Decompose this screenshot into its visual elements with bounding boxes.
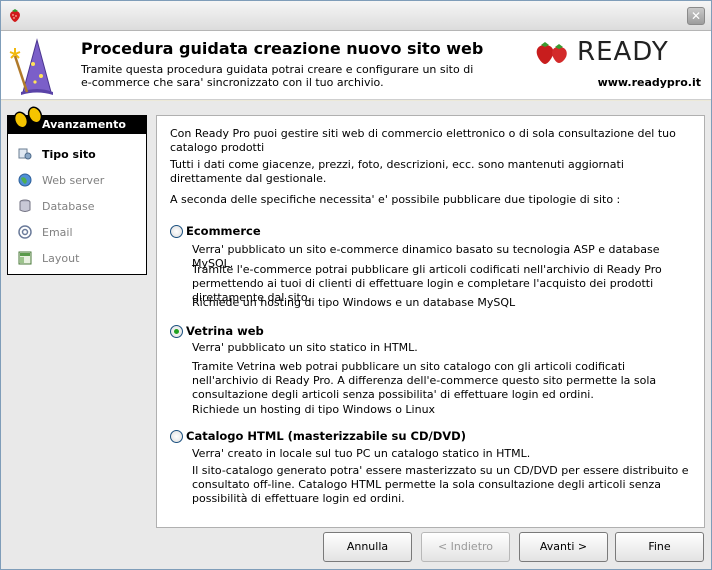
strawberry-logo-icon: [536, 42, 567, 64]
globe-icon: [18, 173, 32, 187]
sidebar-item-email[interactable]: Email: [14, 224, 142, 242]
radio-option-vetrina-web[interactable]: Vetrina web: [170, 324, 700, 340]
title-bar[interactable]: ✕: [1, 1, 711, 31]
progress-box: Avanzamento Tipo sito Web server Databas…: [7, 106, 147, 275]
sidebar-item-layout[interactable]: Layout: [14, 250, 142, 268]
page-title: Procedura guidata creazione nuovo sito w…: [81, 39, 484, 58]
radio-option-catalogo-html[interactable]: Catalogo HTML (masterizzabile su CD/DVD): [170, 429, 700, 445]
next-button[interactable]: Avanti >: [519, 532, 608, 562]
vetrina-desc-2: Tramite Vetrina web potrai pubblicare un…: [192, 360, 657, 401]
intro-text-1: Con Ready Pro puoi gestire siti web di c…: [170, 127, 676, 154]
radio-ecommerce[interactable]: [170, 225, 183, 238]
radio-option-ecommerce[interactable]: Ecommerce: [170, 224, 700, 240]
vetrina-desc-3: Richiede un hosting di tipo Windows o Li…: [192, 403, 436, 416]
database-icon: [19, 199, 31, 212]
radio-label-vetrina-web: Vetrina web: [186, 324, 264, 338]
settings-icon: [18, 148, 32, 160]
radio-catalogo-html[interactable]: [170, 430, 183, 443]
sidebar-item-tipo-sito[interactable]: Tipo sito: [14, 146, 142, 164]
wizard-hat-icon: [9, 38, 53, 95]
radio-label-ecommerce: Ecommerce: [186, 224, 261, 238]
radio-vetrina-web[interactable]: [170, 325, 183, 338]
close-button[interactable]: ✕: [687, 7, 705, 25]
intro-text-3: A seconda delle specifiche necessita' e'…: [170, 193, 621, 206]
layout-icon: [18, 251, 32, 265]
brand-url: www.readypro.it: [597, 76, 701, 89]
page-subtitle: Tramite questa procedura guidata potrai …: [81, 63, 474, 89]
catalogo-desc-2: Il sito-catalogo generato potra' essere …: [192, 464, 689, 505]
sidebar-item-web-server[interactable]: Web server: [14, 172, 142, 190]
progress-sidebar: Avanzamento Tipo sito Web server Databas…: [1, 101, 152, 569]
sidebar-item-label: Email: [42, 226, 73, 239]
content-panel: Con Ready Pro puoi gestire siti web di c…: [152, 101, 711, 569]
footprints-icon: [13, 106, 43, 129]
sidebar-item-label: Database: [42, 200, 95, 213]
finish-button[interactable]: Fine: [615, 532, 704, 562]
sidebar-item-label: Tipo sito: [42, 148, 96, 161]
content-box: Con Ready Pro puoi gestire siti web di c…: [156, 115, 705, 528]
brand-logo: READY: [533, 37, 703, 69]
wizard-window: ✕ Procedura guidata creazione nuovo sito…: [0, 0, 712, 570]
sidebar-item-label: Web server: [42, 174, 105, 187]
catalogo-desc-1: Verra' creato in locale sul tuo PC un ca…: [192, 447, 531, 460]
strawberry-app-icon: [10, 9, 20, 22]
intro-text-2: Tutti i dati come giacenze, prezzi, foto…: [170, 158, 624, 185]
sidebar-item-label: Layout: [42, 252, 80, 265]
email-icon: [18, 225, 32, 239]
cancel-button[interactable]: Annulla: [323, 532, 412, 562]
radio-label-catalogo-html: Catalogo HTML (masterizzabile su CD/DVD): [186, 429, 466, 443]
wizard-header: Procedura guidata creazione nuovo sito w…: [1, 31, 711, 100]
ecommerce-desc-3: Richiede un hosting di tipo Windows e un…: [192, 296, 516, 309]
back-button[interactable]: < Indietro: [421, 532, 510, 562]
brand-name: READY: [577, 37, 669, 67]
sidebar-item-database[interactable]: Database: [14, 198, 142, 216]
vetrina-desc-1: Verra' pubblicato un sito statico in HTM…: [192, 341, 418, 354]
close-icon: ✕: [690, 9, 702, 23]
